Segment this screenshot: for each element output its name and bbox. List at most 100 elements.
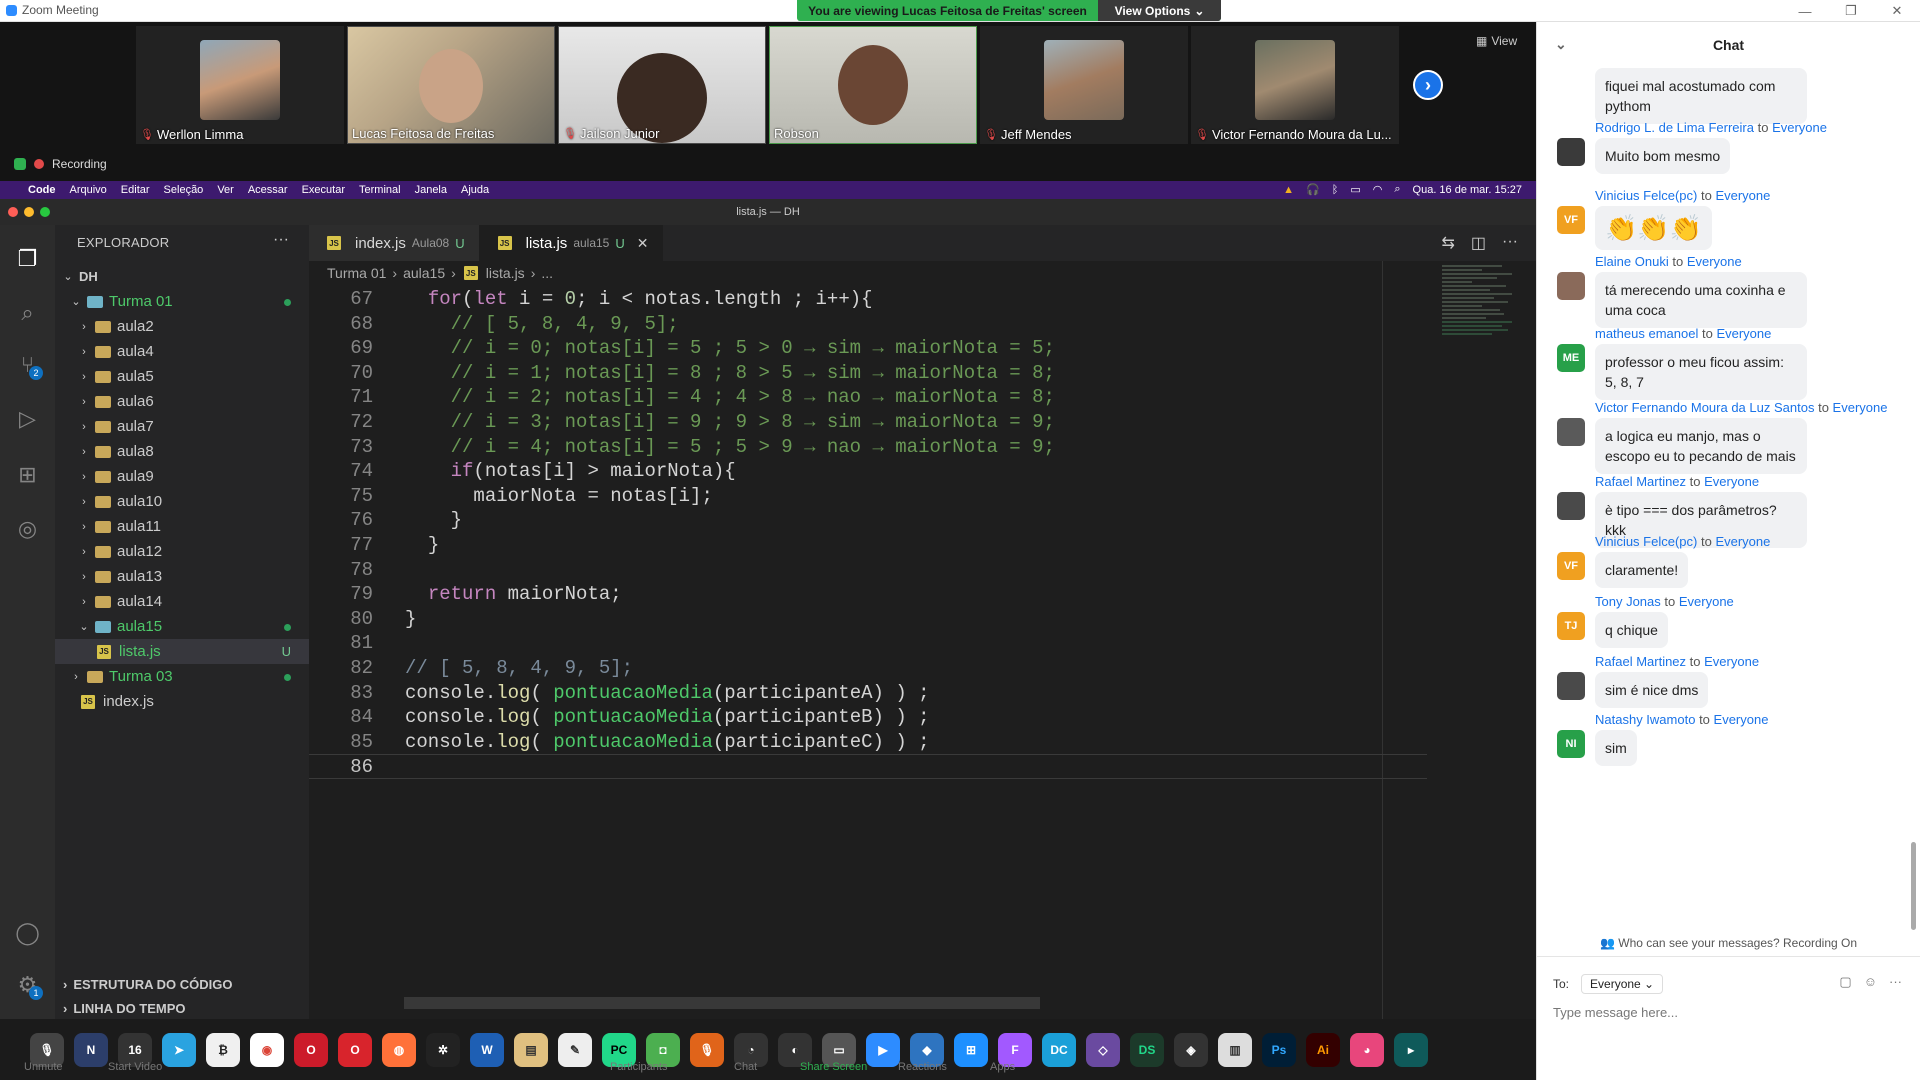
minimap[interactable] [1442, 265, 1522, 405]
timeline-section[interactable]: › LINHA DO TEMPO [55, 996, 309, 1020]
menu-janela[interactable]: Janela [415, 184, 447, 196]
more-icon[interactable]: ··· [1889, 974, 1902, 990]
message-sender[interactable]: Rodrigo L. de Lima Ferreira to Everyone [1595, 120, 1827, 135]
participant-tile[interactable]: 🎙 Werllon Limma [136, 26, 344, 144]
menu-acessar[interactable]: Acessar [248, 184, 288, 196]
message-sender[interactable]: matheus emanoel to Everyone [1595, 326, 1771, 341]
zoom-window-icon[interactable] [40, 207, 50, 217]
tree-folder[interactable]: › aula9 [55, 464, 309, 489]
tree-folder[interactable]: › aula13 [55, 564, 309, 589]
explorer-icon[interactable]: ❐ [14, 245, 41, 272]
tree-folder[interactable]: › aula10 [55, 489, 309, 514]
chat-scrollbar[interactable] [1911, 842, 1916, 930]
menu-arquivo[interactable]: Arquivo [70, 184, 107, 196]
breadcrumb-item[interactable]: aula15 [403, 265, 445, 281]
participants-label[interactable]: Participants [610, 1061, 667, 1073]
view-options-button[interactable]: View Options ⌄ [1098, 0, 1221, 21]
tree-file[interactable]: JS lista.js U [55, 639, 309, 664]
message-sender[interactable]: Tony Jonas to Everyone [1595, 594, 1734, 609]
tree-folder[interactable]: › aula12 [55, 539, 309, 564]
minimize-window-icon[interactable] [24, 207, 34, 217]
git-graph-icon[interactable]: ◎ [14, 515, 41, 542]
source-control-icon[interactable]: ⑂ 2 [14, 351, 43, 380]
message-sender[interactable]: Rafael Martinez to Everyone [1595, 654, 1759, 669]
message-sender[interactable]: Victor Fernando Moura da Luz Santos to E… [1595, 400, 1887, 415]
participant-tile[interactable]: 🎙 Jailson Junior [558, 26, 766, 144]
breadcrumb-item[interactable]: lista.js [486, 265, 525, 281]
tree-folder[interactable]: › aula6 [55, 389, 309, 414]
menu-executar[interactable]: Executar [302, 184, 345, 196]
breadcrumb-item[interactable]: ... [541, 265, 553, 281]
apps-label[interactable]: Apps [990, 1061, 1015, 1073]
chevron-right-icon: › [1425, 74, 1431, 95]
start-video-label[interactable]: Start Video [108, 1061, 162, 1073]
recipient-select[interactable]: Everyone ⌄ [1581, 974, 1664, 994]
chat-visibility-info[interactable]: 👥 Who can see your messages? Recording O… [1537, 936, 1920, 950]
tree-folder[interactable]: › aula7 [55, 414, 309, 439]
message-sender[interactable]: Elaine Onuki to Everyone [1595, 254, 1742, 269]
run-debug-icon[interactable]: ▷ [14, 405, 41, 432]
message-sender[interactable]: Vinicius Felce(pc) to Everyone [1595, 188, 1770, 203]
restore-button[interactable]: ❐ [1828, 0, 1874, 22]
tree-folder[interactable]: › aula14 [55, 589, 309, 614]
tree-folder[interactable]: › aula2 [55, 314, 309, 339]
tree-folder[interactable]: › aula8 [55, 439, 309, 464]
participant-video [200, 40, 280, 120]
message-bubble: 👏👏👏 [1595, 206, 1713, 250]
extensions-icon[interactable]: ⊞ [14, 461, 41, 488]
close-window-icon[interactable] [8, 207, 18, 217]
unmute-label[interactable]: Unmute [24, 1061, 63, 1073]
menu-terminal[interactable]: Terminal [359, 184, 401, 196]
tree-folder[interactable]: › aula11 [55, 514, 309, 539]
menu-editar[interactable]: Editar [121, 184, 150, 196]
search-icon[interactable]: ⌕ [14, 299, 41, 326]
menu-selecao[interactable]: Seleção [164, 184, 204, 196]
reactions-label[interactable]: Reactions [898, 1061, 947, 1073]
outline-section[interactable]: › ESTRUTURA DO CÓDIGO [55, 972, 309, 996]
menu-code[interactable]: Code [28, 184, 56, 196]
tree-folder[interactable]: ⌄ aula15 [55, 614, 309, 639]
chat-message-input[interactable] [1553, 997, 1903, 1027]
code-editor[interactable]: 67 for(let i = 0; i < notas.length ; i++… [309, 287, 1427, 779]
more-actions-icon[interactable]: ··· [1502, 233, 1518, 253]
gear-icon[interactable]: ⚙ 1 [14, 971, 43, 1000]
message-sender[interactable]: Natashy Iwamoto to Everyone [1595, 712, 1768, 727]
chevron-right-icon: › [82, 320, 86, 333]
minimize-button[interactable]: — [1782, 0, 1828, 22]
menu-ajuda[interactable]: Ajuda [461, 184, 489, 196]
mic-off-icon: 🎙 [140, 129, 154, 141]
code-line: 79 return maiorNota; [309, 582, 1427, 607]
close-button[interactable]: ✕ [1874, 0, 1920, 22]
view-layout-button[interactable]: ▦ View [1476, 34, 1517, 48]
code-line: 81 [309, 631, 1427, 656]
participant-tile[interactable]: 🎙 Victor Fernando Moura da Lu... [1191, 26, 1399, 144]
close-tab-icon[interactable]: ✕ [637, 235, 649, 252]
participant-tile[interactable]: 🎙 Jeff Mendes [980, 26, 1188, 144]
split-editor-icon[interactable]: ◫ [1471, 233, 1486, 253]
chevron-down-icon[interactable]: ⌄ [1555, 36, 1567, 53]
file-icon[interactable]: ▢ [1839, 974, 1851, 990]
participant-tile[interactable]: Robson [769, 26, 977, 144]
account-icon[interactable]: ◯ [14, 919, 41, 946]
tree-folder[interactable]: ⌄ Turma 01 [55, 289, 309, 314]
participant-tile[interactable]: Lucas Feitosa de Freitas [347, 26, 555, 144]
message-sender[interactable]: Vinicius Felce(pc) to Everyone [1595, 534, 1770, 549]
menu-ver[interactable]: Ver [217, 184, 234, 196]
more-actions-icon[interactable]: ··· [273, 231, 289, 249]
tree-folder[interactable]: › aula5 [55, 364, 309, 389]
horizontal-scrollbar[interactable] [404, 997, 1040, 1009]
workspace-root[interactable]: ⌄ DH [55, 264, 309, 289]
next-participants-button[interactable]: › [1413, 70, 1443, 100]
tree-file[interactable]: JS index.js [55, 689, 309, 714]
compare-icon[interactable]: ⇆ [1441, 233, 1454, 253]
tab-index-js[interactable]: JS index.js Aula08 U [309, 225, 480, 261]
vscode-window-title: lista.js — DH [736, 206, 800, 218]
tree-folder[interactable]: › aula4 [55, 339, 309, 364]
share-screen-label[interactable]: Share Screen [800, 1061, 867, 1073]
emoji-icon[interactable]: ☺ [1864, 974, 1877, 990]
breadcrumb-item[interactable]: Turma 01 [327, 265, 386, 281]
tab-lista-js[interactable]: JS lista.js aula15 U ✕ [479, 225, 664, 261]
message-sender[interactable]: Rafael Martinez to Everyone [1595, 474, 1759, 489]
tree-folder[interactable]: › Turma 03 [55, 664, 309, 689]
chat-label[interactable]: Chat [734, 1061, 757, 1073]
